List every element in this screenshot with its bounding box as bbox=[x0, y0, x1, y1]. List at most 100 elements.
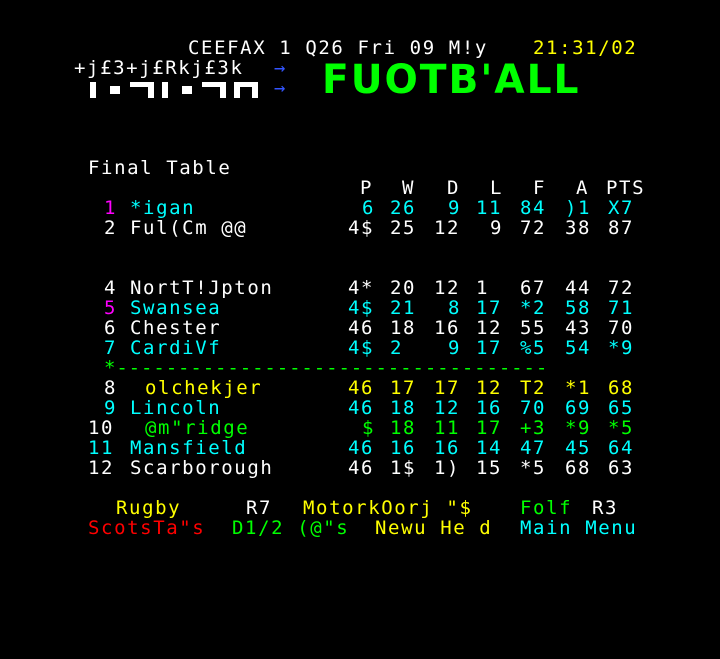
won: 21 bbox=[390, 297, 417, 319]
table-row: 11 Mansfield 46 16 16 14 47 45 64 bbox=[0, 438, 720, 458]
for: 84 bbox=[520, 197, 547, 219]
drawn: 16 bbox=[434, 317, 461, 339]
team-name: Chester bbox=[130, 317, 222, 339]
mosaic-graphic bbox=[90, 78, 270, 100]
position: 4 bbox=[104, 277, 118, 299]
against: *9 bbox=[565, 417, 592, 439]
points: 70 bbox=[608, 317, 635, 339]
drawn: 9 bbox=[448, 337, 462, 359]
against: )1 bbox=[565, 197, 592, 219]
team-name: @m"ridge bbox=[145, 417, 250, 439]
position: 8 bbox=[104, 377, 118, 399]
team-name: Scarborough bbox=[130, 457, 274, 479]
against: 58 bbox=[565, 297, 592, 319]
lost: 17 bbox=[476, 337, 503, 359]
team-name: Lincoln bbox=[130, 397, 222, 419]
table-row: 2 Ful(Cm @@ 4$ 25 12 9 72 38 87 bbox=[0, 218, 720, 238]
drawn: 16 bbox=[434, 437, 461, 459]
drawn: 12 bbox=[434, 277, 461, 299]
for: *2 bbox=[520, 297, 547, 319]
against: 69 bbox=[565, 397, 592, 419]
table-row: 10 @m"ridge $ 18 11 17 +3 *9 *5 bbox=[0, 418, 720, 438]
table-row: 9 Lincoln 46 18 12 16 70 69 65 bbox=[0, 398, 720, 418]
position: 1 bbox=[104, 197, 118, 219]
index-links-row: Rugby R7 MotorkOorj "$ Folf R3 bbox=[0, 498, 720, 518]
col-l: L bbox=[490, 177, 504, 199]
played: 4$ bbox=[348, 297, 375, 319]
won: 16 bbox=[390, 437, 417, 459]
lost: 12 bbox=[476, 317, 503, 339]
col-d: D bbox=[447, 177, 461, 199]
won: 18 bbox=[390, 417, 417, 439]
for: 67 bbox=[520, 277, 547, 299]
points: *9 bbox=[608, 337, 635, 359]
team-name: *igan bbox=[130, 197, 196, 219]
played: 46 bbox=[348, 437, 375, 459]
table-row: 4 NortT!Jpton 4* 20 12 1 67 44 72 bbox=[0, 278, 720, 298]
drawn: 17 bbox=[434, 377, 461, 399]
col-pts: PTS bbox=[606, 177, 646, 199]
team-name: Ful(Cm @@ bbox=[130, 217, 248, 239]
header-line: CEEFAX 1 Q26 Fri 09 M!y 21:31/02 bbox=[0, 38, 720, 58]
won: 25 bbox=[390, 217, 417, 239]
points: 68 bbox=[608, 377, 635, 399]
position: 7 bbox=[104, 337, 118, 359]
lost: 9 bbox=[490, 217, 504, 239]
drawn: 9 bbox=[448, 197, 462, 219]
lost: 15 bbox=[476, 457, 503, 479]
position: 10 bbox=[88, 417, 115, 439]
motor-link[interactable]: MotorkOorj "$ bbox=[303, 498, 473, 518]
won: 26 bbox=[390, 197, 417, 219]
points: 64 bbox=[608, 437, 635, 459]
page-header: CEEFAX 1 Q26 Fri 09 M!y bbox=[188, 37, 488, 59]
played: 46 bbox=[348, 397, 375, 419]
played: 46 bbox=[348, 317, 375, 339]
lost: 17 bbox=[476, 417, 503, 439]
points: 65 bbox=[608, 397, 635, 419]
for: 47 bbox=[520, 437, 547, 459]
fastext-cyan-link[interactable]: Main Menu bbox=[520, 518, 637, 538]
football-logo: FUOTB'ALL bbox=[322, 60, 622, 100]
table-title: Final Table bbox=[88, 157, 232, 179]
played: 46 bbox=[348, 457, 375, 479]
team-name: olchekjer bbox=[145, 377, 263, 399]
arrow-2: → bbox=[274, 77, 288, 99]
for: 72 bbox=[520, 217, 547, 239]
column-header-row: P W D L F A PTS bbox=[0, 178, 720, 198]
won: 17 bbox=[390, 377, 417, 399]
played: 46 bbox=[348, 377, 375, 399]
drawn: 8 bbox=[448, 297, 462, 319]
lost: 12 bbox=[476, 377, 503, 399]
lost: 1 bbox=[476, 277, 490, 299]
golf-page-number[interactable]: R3 bbox=[592, 498, 618, 518]
played: 6 bbox=[362, 197, 376, 219]
logo-text: FUOTB'ALL bbox=[322, 57, 581, 103]
position: 11 bbox=[88, 437, 115, 459]
team-name: Swansea bbox=[130, 297, 222, 319]
col-w: W bbox=[402, 177, 416, 199]
against: 38 bbox=[565, 217, 592, 239]
arrow-1: → bbox=[274, 57, 288, 79]
position: 6 bbox=[104, 317, 118, 339]
for: %5 bbox=[520, 337, 547, 359]
points: X7 bbox=[608, 197, 635, 219]
rugby-link[interactable]: Rugby bbox=[116, 498, 181, 518]
table-title-row: Final Table bbox=[0, 158, 720, 178]
fastext-red-link[interactable]: ScotsTa"s bbox=[88, 518, 205, 538]
lost: 11 bbox=[476, 197, 503, 219]
played: $ bbox=[362, 417, 376, 439]
divider-row: *----------------------------------- bbox=[0, 358, 720, 378]
fastext-row: ScotsTa"s D1/2 (@"s Newu He d Main Menu bbox=[0, 518, 720, 538]
against: *1 bbox=[565, 377, 592, 399]
drawn: 1) bbox=[434, 457, 461, 479]
fastext-green-link[interactable]: D1/2 (@"s bbox=[232, 518, 349, 538]
table-row: 7 CardiVf 4$ 2 9 17 %5 54 *9 bbox=[0, 338, 720, 358]
golf-link[interactable]: Folf bbox=[520, 498, 572, 518]
drawn: 11 bbox=[434, 417, 461, 439]
fastext-yellow-link[interactable]: Newu He d bbox=[375, 518, 492, 538]
for: 70 bbox=[520, 397, 547, 419]
rugby-page-number[interactable]: R7 bbox=[246, 498, 272, 518]
points: 71 bbox=[608, 297, 635, 319]
against: 68 bbox=[565, 457, 592, 479]
for: T2 bbox=[520, 377, 547, 399]
